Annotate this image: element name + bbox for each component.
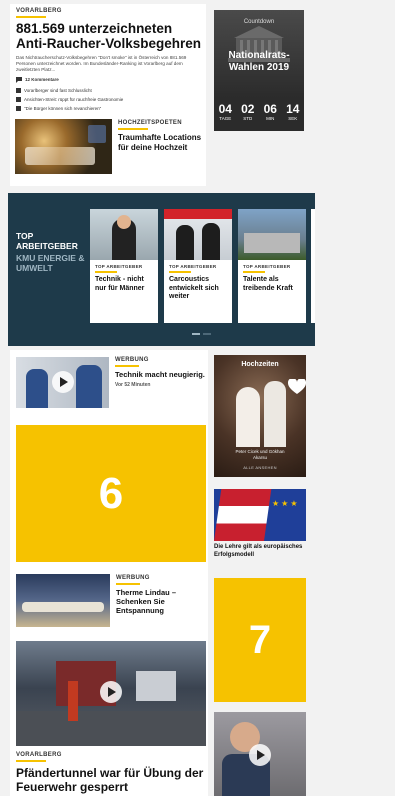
article-icon <box>16 96 21 102</box>
hochzeiten-link[interactable]: ALLE ANSEHEN <box>214 465 306 470</box>
arbeitgeber-card[interactable]: TOP ARBEITGEBER Technik - nicht nur für … <box>90 209 158 323</box>
kicker-underline <box>16 16 46 18</box>
card-headline: Carcoustics entwickelt sich weiter <box>169 276 219 300</box>
related-link[interactable]: Vorarlberger sind fast Schlusslicht <box>16 87 92 93</box>
ad-slot-number: 7 <box>248 617 272 662</box>
play-icon[interactable] <box>52 371 74 393</box>
ad-slot-6[interactable]: 6 <box>16 425 206 562</box>
werbung1-image[interactable] <box>16 357 109 408</box>
countdown-unit: 06 MIN <box>263 102 277 121</box>
werbung2-headline[interactable]: Therme Lindau – Schenken Sie Entspannung <box>116 588 206 615</box>
hochzeiten-title: Hochzeiten <box>241 361 279 368</box>
top-article-teaser: Das Nichtraucherschutz-Volksbegehren "Do… <box>16 55 187 72</box>
article-icon <box>16 105 21 111</box>
tunnel-video[interactable] <box>16 641 206 746</box>
card-image <box>90 209 158 260</box>
arbeitgeber-title: TOP ARBEITGEBER <box>16 231 78 251</box>
eu-teaser-image[interactable]: ★★★ <box>214 489 306 541</box>
arbeitgeber-subtitle: KMU ENERGIE & UMWELT <box>16 253 85 273</box>
heart-icon[interactable] <box>288 379 306 395</box>
related-link[interactable]: Ansichten-Streit: rüppt für rauchfreie G… <box>16 96 123 102</box>
ad-slot-7[interactable]: 7 <box>214 578 306 702</box>
countdown-label: Countdown <box>243 19 275 25</box>
arbeitgeber-section: TOP ARBEITGEBER KMU ENERGIE & UMWELT TOP… <box>8 193 315 346</box>
bottom-article[interactable]: VORARLBERG Pfändertunnel war für Übung d… <box>16 752 206 794</box>
article-icon <box>16 87 21 93</box>
countdown-unit: 02 STD <box>241 102 255 121</box>
hochzeit-teaser-image[interactable] <box>15 119 112 174</box>
card-image <box>164 209 232 260</box>
countdown-unit: 14 SEK <box>286 102 300 121</box>
play-icon[interactable] <box>100 681 122 703</box>
top-article-headline[interactable]: 881.569 unterzeichneten Anti-Raucher-Vol… <box>16 21 202 51</box>
werbung1-teaser[interactable]: WERBUNG Technik macht neugierig. Vor 52 … <box>115 357 205 388</box>
bottom-article-headline[interactable]: Pfändertunnel war für Übung der Feuerweh… <box>16 766 206 794</box>
hochzeit-headline[interactable]: Traumhafte Locations für deine Hochzeit <box>118 133 208 153</box>
arbeitgeber-card[interactable]: TOP ARBEITGEBER Talente als treibende Kr… <box>238 209 306 323</box>
countdown-title: Nationalrats-Wahlen 2019 <box>228 50 290 73</box>
card-image <box>238 209 306 260</box>
top-article-kicker: VORARLBERG <box>16 8 62 14</box>
countdown-unit: 04 TAGE <box>218 102 232 121</box>
comments-link[interactable]: 12 Kommentare <box>16 76 202 83</box>
hochzeit-kicker: HOCHZEITSPOETEN <box>118 120 182 126</box>
eu-teaser-headline[interactable]: Die Lehre gilt als europäisches Erfolgsm… <box>214 544 308 559</box>
play-icon[interactable] <box>249 744 271 766</box>
ad-slot-number: 6 <box>98 468 124 518</box>
comment-icon <box>16 76 22 83</box>
carousel-peek-card[interactable] <box>311 209 315 323</box>
bottom-right-video[interactable] <box>214 712 306 796</box>
werbung2-image[interactable] <box>16 574 110 627</box>
hochzeit-teaser[interactable]: HOCHZEITSPOETEN Traumhafte Locations für… <box>118 120 208 153</box>
carousel-dots[interactable] <box>192 333 211 335</box>
werbung1-headline[interactable]: Technik macht neugierig. <box>115 370 205 379</box>
top-article[interactable]: VORARLBERG 881.569 unterzeichneten Anti-… <box>16 8 202 111</box>
werbung2-teaser[interactable]: WERBUNG Therme Lindau – Schenken Sie Ent… <box>116 575 206 615</box>
card-headline: Technik - nicht nur für Männer <box>95 276 145 292</box>
hochzeiten-names: Peter Cicek und Gökhan Akarsu <box>235 449 285 460</box>
werbung1-time: Vor 52 Minuten <box>115 382 151 388</box>
arbeitgeber-card[interactable]: TOP ARBEITGEBER Carcoustics entwickelt s… <box>164 209 232 323</box>
kicker-underline <box>118 128 148 130</box>
hochzeiten-card[interactable]: Hochzeiten Peter Cicek und Gökhan Akarsu… <box>214 355 306 477</box>
related-link[interactable]: "Die Bürger können sich revanchieren" <box>16 105 101 111</box>
countdown-widget[interactable]: Countdown Nationalrats-Wahlen 2019 04 TAG… <box>214 10 304 131</box>
card-headline: Talente als treibende Kraft <box>243 276 293 292</box>
comments-count: 12 Kommentare <box>25 77 59 83</box>
